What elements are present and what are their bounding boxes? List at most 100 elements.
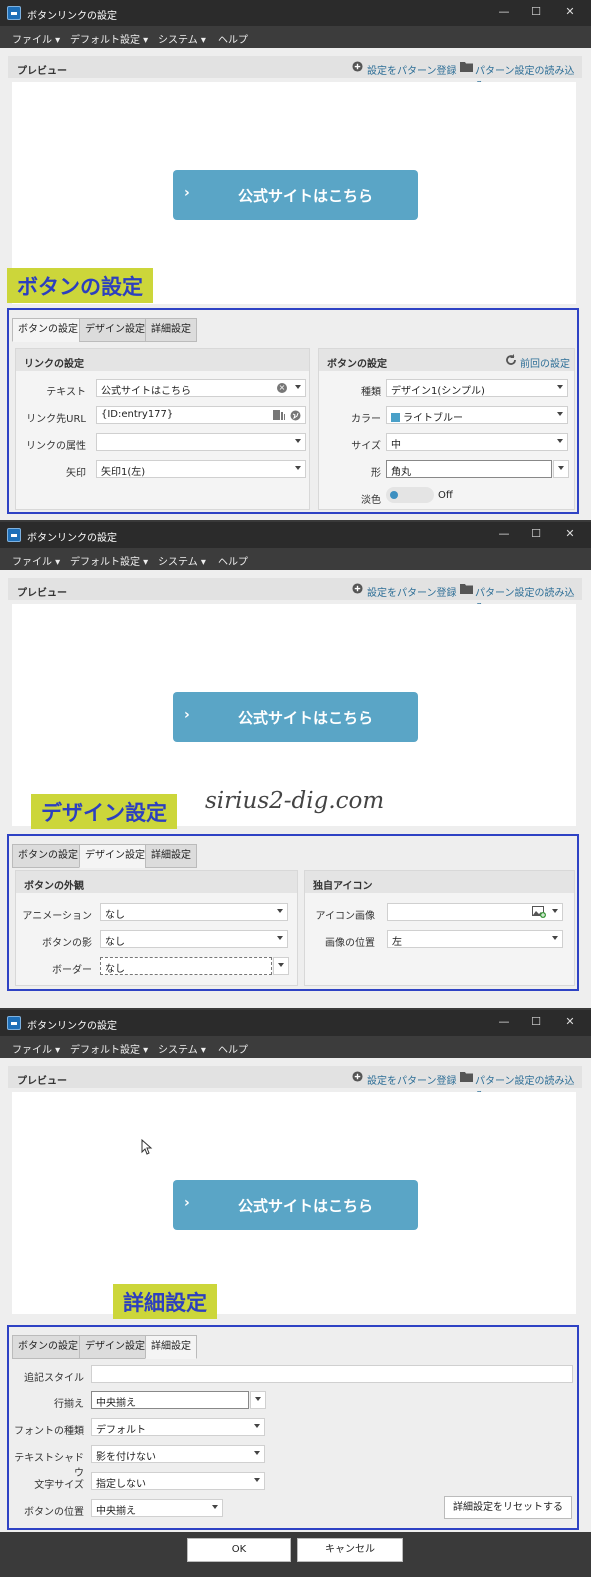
align-select[interactable]: 中央揃え xyxy=(91,1391,249,1409)
font-size-value: 指定しない xyxy=(96,1479,146,1490)
menu-default-settings[interactable]: デフォルト設定 ▾ xyxy=(70,553,148,568)
button-settings-panel: ボタンの設定 前回の設定 種類 デザイン1(シンプル) カラー ライトブルー サ… xyxy=(318,348,575,510)
button-position-value: 中央揃え xyxy=(96,1506,136,1517)
save-pattern-link[interactable]: 設定をパターン登録 xyxy=(367,584,457,599)
window-title: ボタンリンクの設定 xyxy=(27,1021,117,1032)
globe-icon[interactable] xyxy=(290,410,301,421)
menu-system[interactable]: システム ▾ xyxy=(158,31,206,46)
type-label: 種類 xyxy=(361,387,381,398)
chevron-down-icon xyxy=(255,1397,261,1401)
menu-system[interactable]: システム ▾ xyxy=(158,553,206,568)
tab-design-settings[interactable]: デザイン設定 xyxy=(79,1335,151,1359)
border-dropdown-button[interactable] xyxy=(273,957,289,975)
align-dropdown-button[interactable] xyxy=(250,1391,266,1409)
type-value: デザイン1(シンプル) xyxy=(391,386,485,397)
shape-select[interactable]: 角丸 xyxy=(386,460,552,478)
button-position-select[interactable]: 中央揃え xyxy=(91,1499,223,1517)
close-button[interactable]: ✕ xyxy=(560,1014,580,1030)
tab-detail-settings[interactable]: 詳細設定 xyxy=(145,318,197,342)
highlight-frame: ボタンの設定 デザイン設定 詳細設定 リンクの設定 テキスト 公式サイトはこちら… xyxy=(7,308,579,514)
menu-help[interactable]: ヘルプ xyxy=(218,1041,248,1056)
border-value: なし xyxy=(105,964,125,975)
text-shadow-select[interactable]: 影を付けない xyxy=(91,1445,265,1463)
maximize-button[interactable]: ☐ xyxy=(526,526,546,542)
chevron-down-icon xyxy=(254,1478,260,1482)
arrow-select[interactable]: 矢印1(左) xyxy=(96,460,306,478)
menu-file[interactable]: ファイル ▾ xyxy=(12,1041,60,1056)
menu-help[interactable]: ヘルプ xyxy=(218,31,248,46)
panel-title: リンクの設定 xyxy=(16,349,309,371)
menu-file[interactable]: ファイル ▾ xyxy=(12,31,60,46)
pale-toggle[interactable] xyxy=(386,487,434,503)
type-select[interactable]: デザイン1(シンプル) xyxy=(386,379,568,397)
screenshot-detail-settings: ボタンリンクの設定 — ☐ ✕ ファイル ▾ デフォルト設定 ▾ システム ▾ … xyxy=(0,1010,591,1532)
folder-icon xyxy=(460,62,473,72)
maximize-button[interactable]: ☐ xyxy=(526,4,546,20)
app-icon xyxy=(7,1016,21,1030)
shape-dropdown-button[interactable] xyxy=(553,460,569,478)
arrow-label: 矢印 xyxy=(66,468,86,479)
shadow-select[interactable]: なし xyxy=(100,930,288,948)
tab-detail-settings[interactable]: 詳細設定 xyxy=(145,844,197,868)
document-icon[interactable] xyxy=(273,410,285,421)
menu-bar: ファイル ▾ デフォルト設定 ▾ システム ▾ ヘルプ xyxy=(0,548,591,570)
reset-detail-button[interactable]: 詳細設定をリセットする xyxy=(444,1496,572,1519)
highlight-frame: ボタンの設定 デザイン設定 詳細設定 追記スタイル 行揃え 中央揃え フォントの… xyxy=(7,1325,579,1530)
menu-default-settings[interactable]: デフォルト設定 ▾ xyxy=(70,31,148,46)
minimize-button[interactable]: — xyxy=(494,4,514,20)
window-title: ボタンリンクの設定 xyxy=(27,533,117,544)
chevron-down-icon xyxy=(295,385,301,389)
app-icon xyxy=(7,528,21,542)
save-pattern-link[interactable]: 設定をパターン登録 xyxy=(367,62,457,77)
font-size-label: 文字サイズ xyxy=(34,1480,84,1491)
size-select[interactable]: 中 xyxy=(386,433,568,451)
save-pattern-link[interactable]: 設定をパターン登録 xyxy=(367,1072,457,1087)
link-attr-select[interactable] xyxy=(96,433,306,451)
tab-design-settings[interactable]: デザイン設定 xyxy=(79,318,151,342)
plus-circle-icon xyxy=(352,583,363,594)
menu-system[interactable]: システム ▾ xyxy=(158,1041,206,1056)
menu-file[interactable]: ファイル ▾ xyxy=(12,553,60,568)
animation-select[interactable]: なし xyxy=(100,903,288,921)
menu-default-settings[interactable]: デフォルト設定 ▾ xyxy=(70,1041,148,1056)
url-field[interactable]: {ID:entry177} xyxy=(96,406,306,424)
cta-preview-button: › 公式サイトはこちら xyxy=(173,1180,418,1230)
color-select[interactable]: ライトブルー xyxy=(386,406,568,424)
font-type-select[interactable]: デフォルト xyxy=(91,1418,265,1436)
font-size-select[interactable]: 指定しない xyxy=(91,1472,265,1490)
extra-style-input[interactable] xyxy=(91,1365,573,1383)
maximize-button[interactable]: ☐ xyxy=(526,1014,546,1030)
clear-icon[interactable]: × xyxy=(277,383,287,393)
minimize-button[interactable]: — xyxy=(494,1014,514,1030)
tab-button-settings[interactable]: ボタンの設定 xyxy=(12,844,84,868)
animation-value: なし xyxy=(105,910,125,921)
tab-button-settings[interactable]: ボタンの設定 xyxy=(12,318,84,342)
previous-settings-link[interactable]: 前回の設定 xyxy=(520,355,570,370)
chevron-down-icon xyxy=(557,439,563,443)
plus-circle-icon xyxy=(352,1071,363,1082)
tab-design-settings[interactable]: デザイン設定 xyxy=(79,844,151,868)
minimize-button[interactable]: — xyxy=(494,526,514,542)
font-type-value: デフォルト xyxy=(96,1425,146,1436)
tab-detail-settings[interactable]: 詳細設定 xyxy=(145,1335,197,1359)
image-position-value: 左 xyxy=(392,937,402,948)
close-button[interactable]: ✕ xyxy=(560,526,580,542)
highlight-frame: ボタンの設定 デザイン設定 詳細設定 ボタンの外観 アニメーション なし ボタン… xyxy=(7,834,579,991)
dialog-footer: OK キャンセル xyxy=(0,1532,591,1577)
ok-button[interactable]: OK xyxy=(187,1538,291,1562)
image-position-select[interactable]: 左 xyxy=(387,930,563,948)
menu-help[interactable]: ヘルプ xyxy=(218,553,248,568)
cancel-button[interactable]: キャンセル xyxy=(297,1538,403,1562)
custom-icon-panel: 独自アイコン アイコン画像 画像の位置 左 xyxy=(304,870,575,986)
add-image-icon[interactable] xyxy=(532,906,546,918)
icon-image-field[interactable] xyxy=(387,903,563,921)
folder-icon xyxy=(460,1072,473,1082)
link-attr-label: リンクの属性 xyxy=(26,441,86,452)
text-field[interactable]: 公式サイトはこちら × xyxy=(96,379,306,397)
cta-text: 公式サイトはこちら xyxy=(237,709,373,727)
border-select[interactable]: なし xyxy=(100,957,272,975)
chevron-down-icon xyxy=(295,466,301,470)
close-button[interactable]: ✕ xyxy=(560,4,580,20)
tab-button-settings[interactable]: ボタンの設定 xyxy=(12,1335,84,1359)
panel-title: ボタンの外観 xyxy=(16,871,297,893)
